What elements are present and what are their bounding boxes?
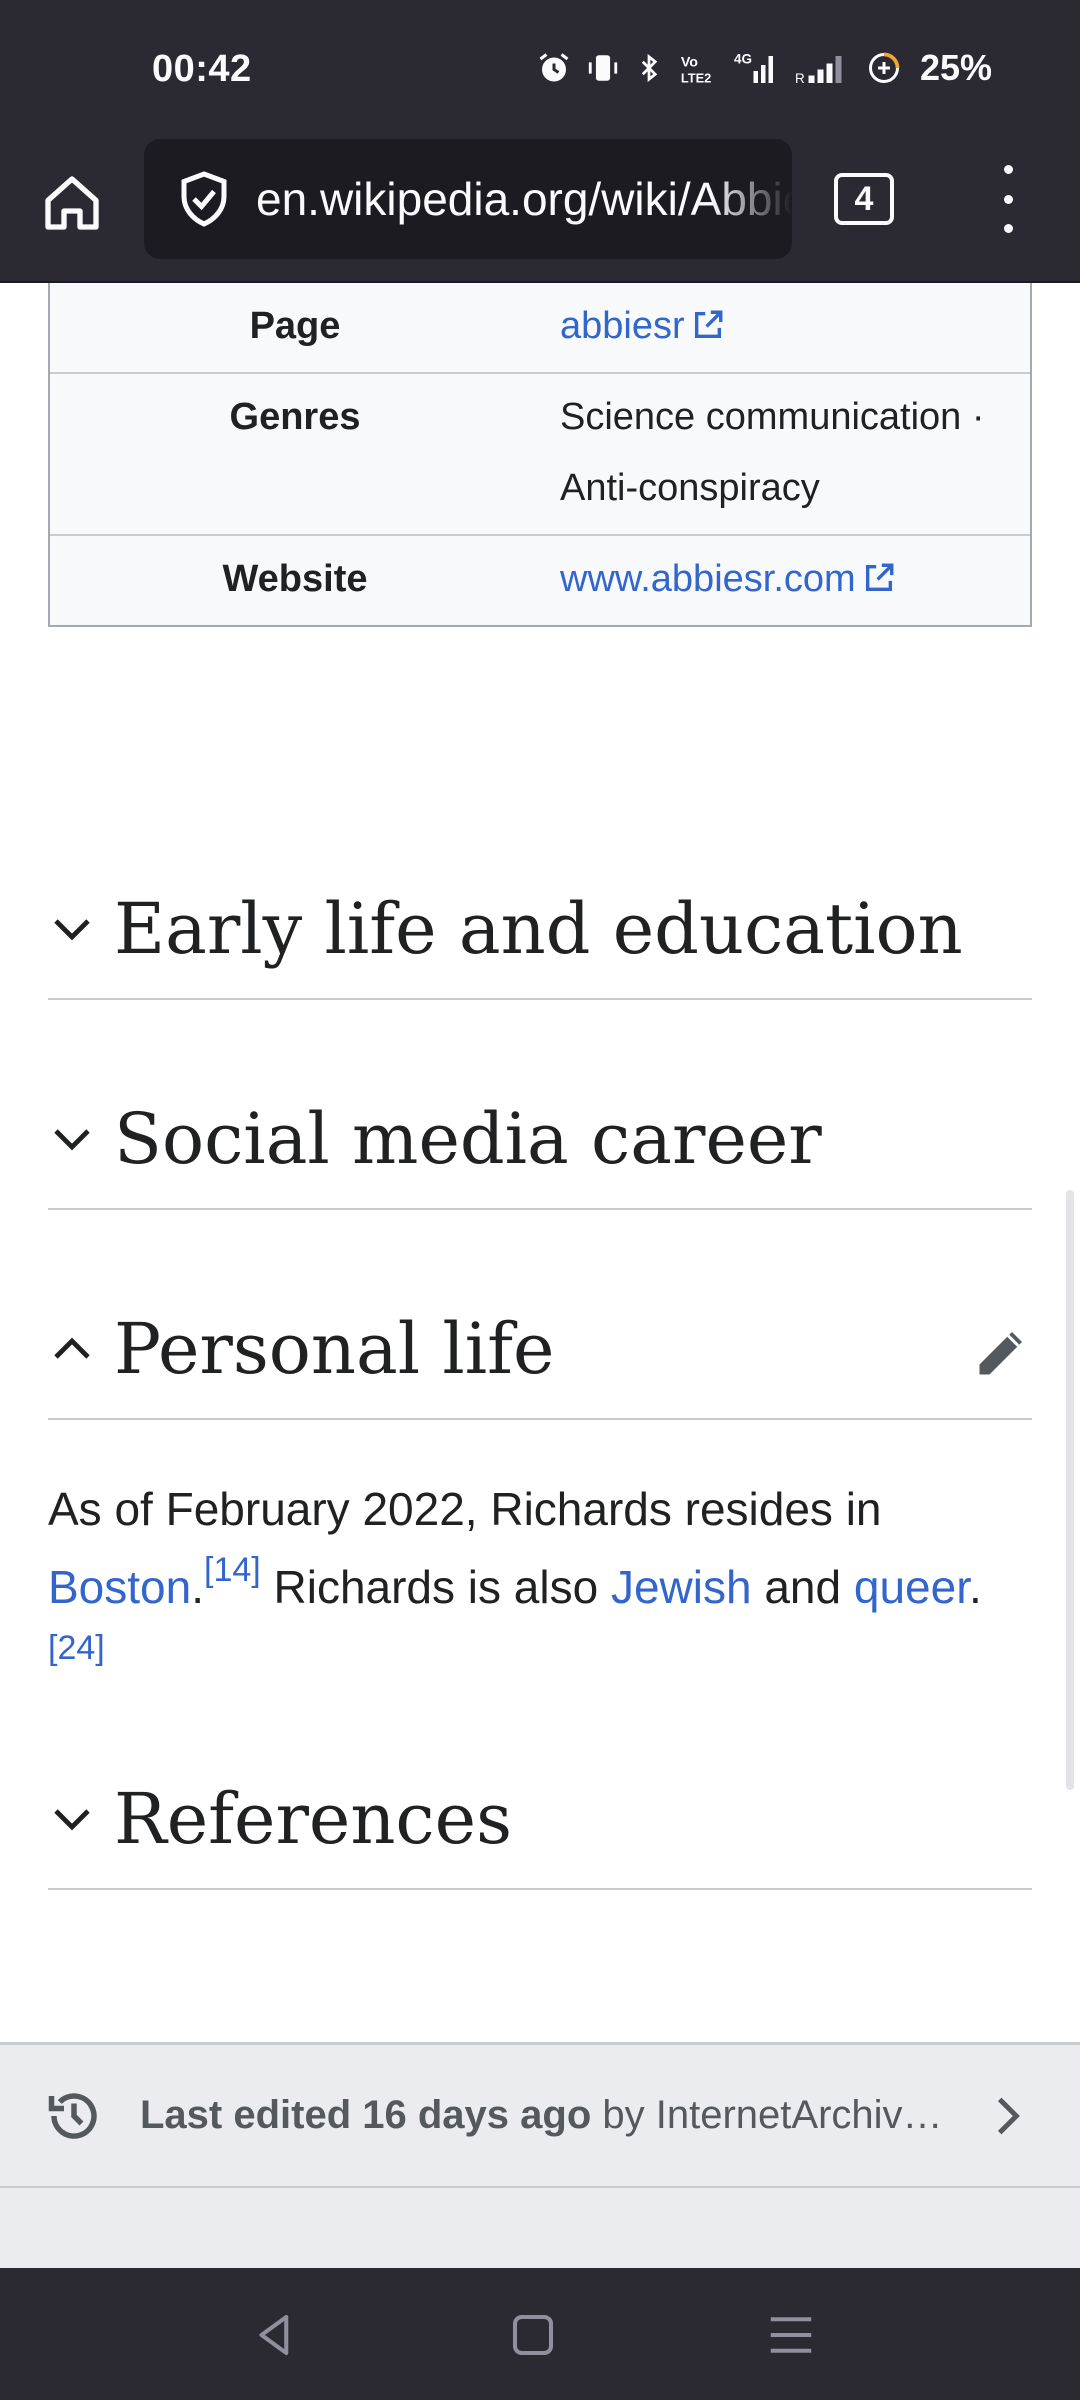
svg-text:R: R (795, 71, 805, 86)
external-link-icon (865, 563, 894, 592)
last-edited-time: Last edited 16 days ago (140, 2093, 592, 2137)
last-edited-by: by InternetArchiveBot (591, 2093, 950, 2137)
external-link-icon (694, 310, 723, 339)
home-icon (45, 176, 99, 230)
jewish-link[interactable]: Jewish (611, 1561, 752, 1613)
section-personal-life[interactable]: Personal life (48, 1280, 1032, 1420)
text: . (969, 1561, 982, 1613)
signal-4g-icon: 4G (734, 52, 773, 83)
infobox-table: Page abbiesr Genres Science communicatio… (48, 283, 1032, 627)
infobox-label: Genres (229, 396, 361, 438)
menu-dot (1003, 194, 1013, 204)
menu-button[interactable] (990, 165, 1026, 233)
section-heading: Personal life (114, 1308, 555, 1390)
home-nav-icon[interactable] (506, 2308, 560, 2362)
text: As of February 2022, Richards resides in (48, 1483, 882, 1535)
svg-text:4G: 4G (734, 52, 752, 67)
svg-text:LTE2: LTE2 (681, 70, 711, 85)
infobox-label: Website (222, 558, 368, 600)
volte-icon: VoLTE2 (681, 55, 711, 86)
chevron-down-icon (54, 1129, 90, 1151)
last-edited-text: Last edited 16 days ago by InternetArchi… (140, 2093, 950, 2138)
boston-link[interactable]: Boston (48, 1561, 191, 1613)
last-edited-bar[interactable]: Last edited 16 days ago by InternetArchi… (0, 2042, 1080, 2188)
browser-toolbar: en.wikipedia.org/wiki/Abbie_Richards 4 (0, 135, 1080, 283)
infobox-value: www.abbiesr.com (540, 536, 1030, 625)
infobox-value: Science communication · Anti-conspiracy (560, 396, 985, 509)
status-time: 00:42 (152, 48, 252, 90)
page-link[interactable]: abbiesr (560, 305, 685, 347)
menu-dot (1003, 165, 1013, 174)
reference-14-link[interactable]: [14] (204, 1551, 261, 1589)
section-early-life[interactable]: Early life and education (48, 860, 1032, 1000)
bluetooth-icon (641, 53, 658, 83)
tracking-protection-shield-icon[interactable] (174, 169, 234, 229)
svg-text:Vo: Vo (681, 55, 698, 71)
signal-roaming-icon: R (795, 56, 842, 86)
section-heading: Social media career (114, 1098, 822, 1180)
chevron-right-icon (997, 2097, 1020, 2135)
text: Richards is also (260, 1561, 611, 1613)
back-nav-icon[interactable] (248, 2308, 302, 2362)
queer-link[interactable]: queer (854, 1561, 969, 1613)
infobox-row-page: Page abbiesr (50, 283, 1030, 372)
infobox-label: Page (249, 305, 341, 347)
section-references[interactable]: References (48, 1750, 1032, 1890)
alarm-icon (539, 53, 569, 82)
text: and (751, 1561, 854, 1613)
footer-area (0, 2188, 1080, 2268)
recents-nav-icon[interactable] (764, 2308, 818, 2362)
text: . (191, 1561, 204, 1613)
menu-dot (1003, 224, 1013, 233)
section-heading: References (114, 1778, 512, 1860)
vibrate-icon (588, 55, 618, 81)
infobox-row-genres: Genres Science communication · Anti-cons… (50, 372, 1030, 534)
infobox-row-website: Website www.abbiesr.com (50, 534, 1030, 625)
section-social-media-career[interactable]: Social media career (48, 1070, 1032, 1210)
reference-24-link[interactable]: [24] (48, 1629, 105, 1667)
personal-life-paragraph: As of February 2022, Richards resides in… (48, 1470, 1038, 1704)
infobox-value: abbiesr (540, 283, 1030, 372)
url-bar[interactable]: en.wikipedia.org/wiki/Abbie_Richards (144, 139, 792, 259)
tabs-counter-button[interactable]: 4 (834, 173, 894, 225)
chevron-down-icon (54, 919, 90, 941)
system-nav-bar (0, 2268, 1080, 2400)
status-icons: Vo LTE2 4G R 25% (536, 46, 992, 90)
edit-pencil-icon[interactable] (972, 1322, 1032, 1382)
battery-percent: 25% (919, 47, 992, 88)
url-text[interactable]: en.wikipedia.org/wiki/Abbie_Richards (256, 172, 792, 226)
chevron-up-icon (54, 1337, 90, 1359)
scrollbar[interactable] (1066, 1190, 1074, 1790)
home-button[interactable] (36, 163, 108, 243)
status-bar: 00:42 Vo LTE2 4G R 25% (0, 0, 1080, 135)
section-heading: Early life and education (114, 888, 963, 970)
history-icon (48, 2092, 97, 2139)
website-link[interactable]: www.abbiesr.com (560, 558, 856, 600)
chevron-down-icon (54, 1809, 90, 1831)
battery-saver-icon (868, 52, 900, 83)
